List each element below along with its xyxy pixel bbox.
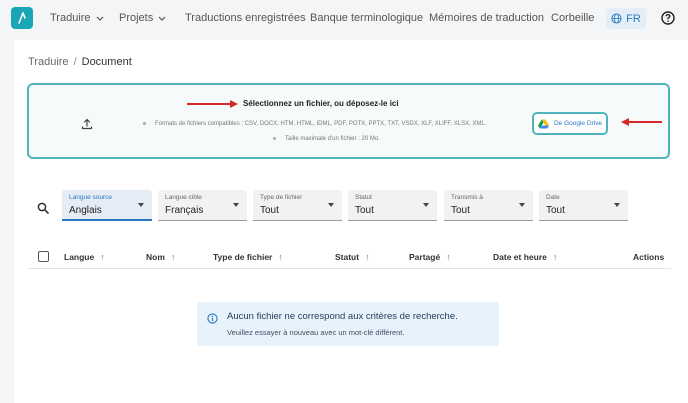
annotation-arrow-right (187, 100, 238, 108)
search-icon (37, 202, 49, 214)
empty-state-title: Aucun fichier ne correspond aux critères… (227, 311, 458, 322)
dropzone-title[interactable]: Sélectionnez un fichier, ou déposez-le i… (243, 99, 399, 108)
filter-langue-cible[interactable]: Langue cible Français (158, 190, 247, 221)
globe-icon (611, 13, 622, 24)
sort-arrow-icon: ↑ (446, 252, 451, 262)
caret-down-icon (614, 203, 620, 207)
nav-item-projets[interactable]: Projets (119, 12, 166, 24)
select-all-checkbox[interactable] (38, 251, 49, 262)
file-dropzone[interactable]: Sélectionnez un fichier, ou déposez-le i… (27, 83, 670, 159)
info-icon (207, 311, 218, 329)
nav-item-label: Traduire (50, 12, 91, 24)
top-navigation: Traduire Projets Traductions enregistrée… (0, 0, 688, 38)
column-header-statut[interactable]: Statut ↑ (335, 252, 370, 262)
main-panel: Traduire / Document Sélectionnez un fichie… (14, 40, 688, 403)
sort-arrow-icon: ↑ (170, 252, 176, 262)
filter-value: Tout (355, 205, 374, 216)
caret-down-icon (519, 203, 525, 207)
language-selector[interactable]: FR (606, 8, 646, 29)
google-drive-icon (538, 118, 549, 129)
sort-arrow-icon: ↑ (365, 252, 370, 262)
column-label: Date et heure (493, 252, 547, 262)
search-button[interactable] (32, 197, 54, 219)
chevron-down-icon (96, 12, 104, 24)
help-circle-icon[interactable] (661, 11, 675, 30)
column-label: Partagé (409, 252, 441, 262)
caret-down-icon (138, 203, 144, 207)
logo-icon[interactable] (11, 7, 33, 29)
column-label: Type de fichier (213, 252, 273, 262)
filter-label: Date (546, 194, 560, 201)
filter-label: Langue cible (165, 194, 202, 201)
nav-item-traduire[interactable]: Traduire (50, 12, 104, 24)
formats-text: Formats de fichiers compatibles : CSV, D… (155, 121, 487, 127)
google-drive-button[interactable]: De Google Drive (532, 112, 608, 135)
column-header-actions: Actions (633, 252, 664, 262)
language-label: FR (626, 12, 641, 25)
sort-arrow-icon: ↑ (100, 252, 105, 262)
filter-value: Tout (260, 205, 279, 216)
empty-state-banner: Aucun fichier ne correspond aux critères… (197, 302, 499, 346)
nav-item-label: Banque terminologique (310, 12, 424, 24)
column-header-partage[interactable]: Partagé ↑ (409, 252, 451, 262)
nav-item-traductions-enregistrees[interactable]: Traductions enregistrées (185, 12, 306, 24)
empty-state-subtitle: Veuillez essayer à nouveau avec un mot-c… (227, 328, 405, 337)
dropzone-max-size: Taille maximale d'un fichier : 20 Mo. (273, 136, 380, 142)
filter-type-de-fichier[interactable]: Type de fichier Tout (253, 190, 342, 221)
nav-item-label: Traductions enregistrées (185, 12, 306, 24)
bullet (143, 121, 146, 125)
nav-item-memoires-de-traduction[interactable]: Mémoires de traduction (429, 12, 544, 24)
filter-label: Statut (355, 194, 372, 201)
filter-label: Langue source (69, 194, 113, 201)
column-label: Nom (146, 252, 165, 262)
column-header-date-et-heure[interactable]: Date et heure ↑ (493, 252, 557, 262)
column-label: Langue (64, 252, 95, 262)
caret-down-icon (328, 203, 334, 207)
bullet (273, 136, 276, 140)
breadcrumb: Traduire / Document (28, 56, 132, 68)
filter-value: Tout (546, 205, 565, 216)
upload-icon[interactable] (81, 117, 93, 135)
chevron-down-icon (158, 12, 166, 24)
google-drive-label: De Google Drive (553, 120, 603, 127)
column-label: Actions (633, 252, 665, 262)
breadcrumb-parent[interactable]: Traduire (28, 56, 69, 68)
column-header-type-de-fichier[interactable]: Type de fichier ↑ (213, 252, 283, 262)
filter-transmis-a[interactable]: Transmis à Tout (444, 190, 533, 221)
nav-item-label: Corbeille (551, 12, 595, 24)
nav-item-banque-terminologique[interactable]: Banque terminologique (310, 12, 423, 24)
max-size-text: Taille maximale d'un fichier : 20 Mo. (285, 136, 380, 142)
caret-down-icon (233, 203, 239, 207)
nav-item-label: Projets (119, 12, 154, 24)
annotation-arrow-left (621, 118, 662, 126)
dropzone-formats: Formats de fichiers compatibles : CSV, D… (143, 121, 486, 127)
column-header-nom[interactable]: Nom ↑ (146, 252, 175, 262)
column-header-langue[interactable]: Langue ↑ (64, 252, 105, 262)
sort-arrow-icon: ↑ (552, 252, 558, 262)
filter-value: Anglais (69, 205, 102, 216)
filter-langue-source[interactable]: Langue source Anglais (62, 190, 152, 221)
breadcrumb-separator: / (73, 56, 77, 68)
filter-value: Français (165, 205, 204, 216)
sort-arrow-icon: ↑ (278, 252, 283, 262)
filter-statut[interactable]: Statut Tout (348, 190, 437, 221)
filter-value: Tout (451, 205, 470, 216)
table-header: Langue ↑ Nom ↑ Type de fichier ↑ Statut ↑ Pa… (28, 243, 671, 269)
filter-label: Type de fichier (260, 194, 303, 201)
column-label: Statut (335, 252, 360, 262)
breadcrumb-current: Document (81, 56, 132, 68)
nav-item-label: Mémoires de traduction (429, 12, 544, 24)
filter-date[interactable]: Date Tout (539, 190, 628, 221)
nav-item-corbeille[interactable]: Corbeille (551, 12, 594, 24)
caret-down-icon (423, 203, 429, 207)
filter-label: Transmis à (451, 194, 483, 201)
